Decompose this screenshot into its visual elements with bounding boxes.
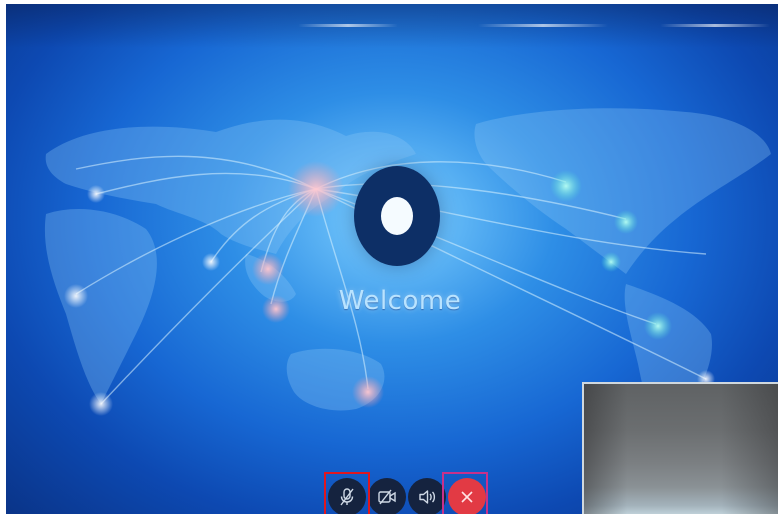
mute-microphone-button[interactable] bbox=[328, 478, 366, 514]
video-call-screen: Welcome bbox=[6, 4, 778, 514]
end-call-button[interactable] bbox=[448, 478, 486, 514]
continent-north-america bbox=[474, 108, 771, 274]
microphone-muted-icon bbox=[340, 488, 354, 506]
self-video-shading bbox=[584, 384, 778, 514]
speaker-button[interactable] bbox=[408, 478, 446, 514]
camera-off-icon bbox=[378, 489, 396, 505]
app-logo bbox=[354, 166, 440, 266]
continent-africa bbox=[44, 209, 157, 404]
close-icon bbox=[461, 491, 473, 503]
speaker-icon bbox=[419, 490, 436, 504]
call-controls-bar bbox=[316, 472, 488, 514]
welcome-title: Welcome bbox=[338, 286, 462, 316]
self-video-preview[interactable] bbox=[582, 382, 778, 514]
camera-toggle-button[interactable] bbox=[368, 478, 406, 514]
app-window: Welcome bbox=[0, 0, 778, 516]
